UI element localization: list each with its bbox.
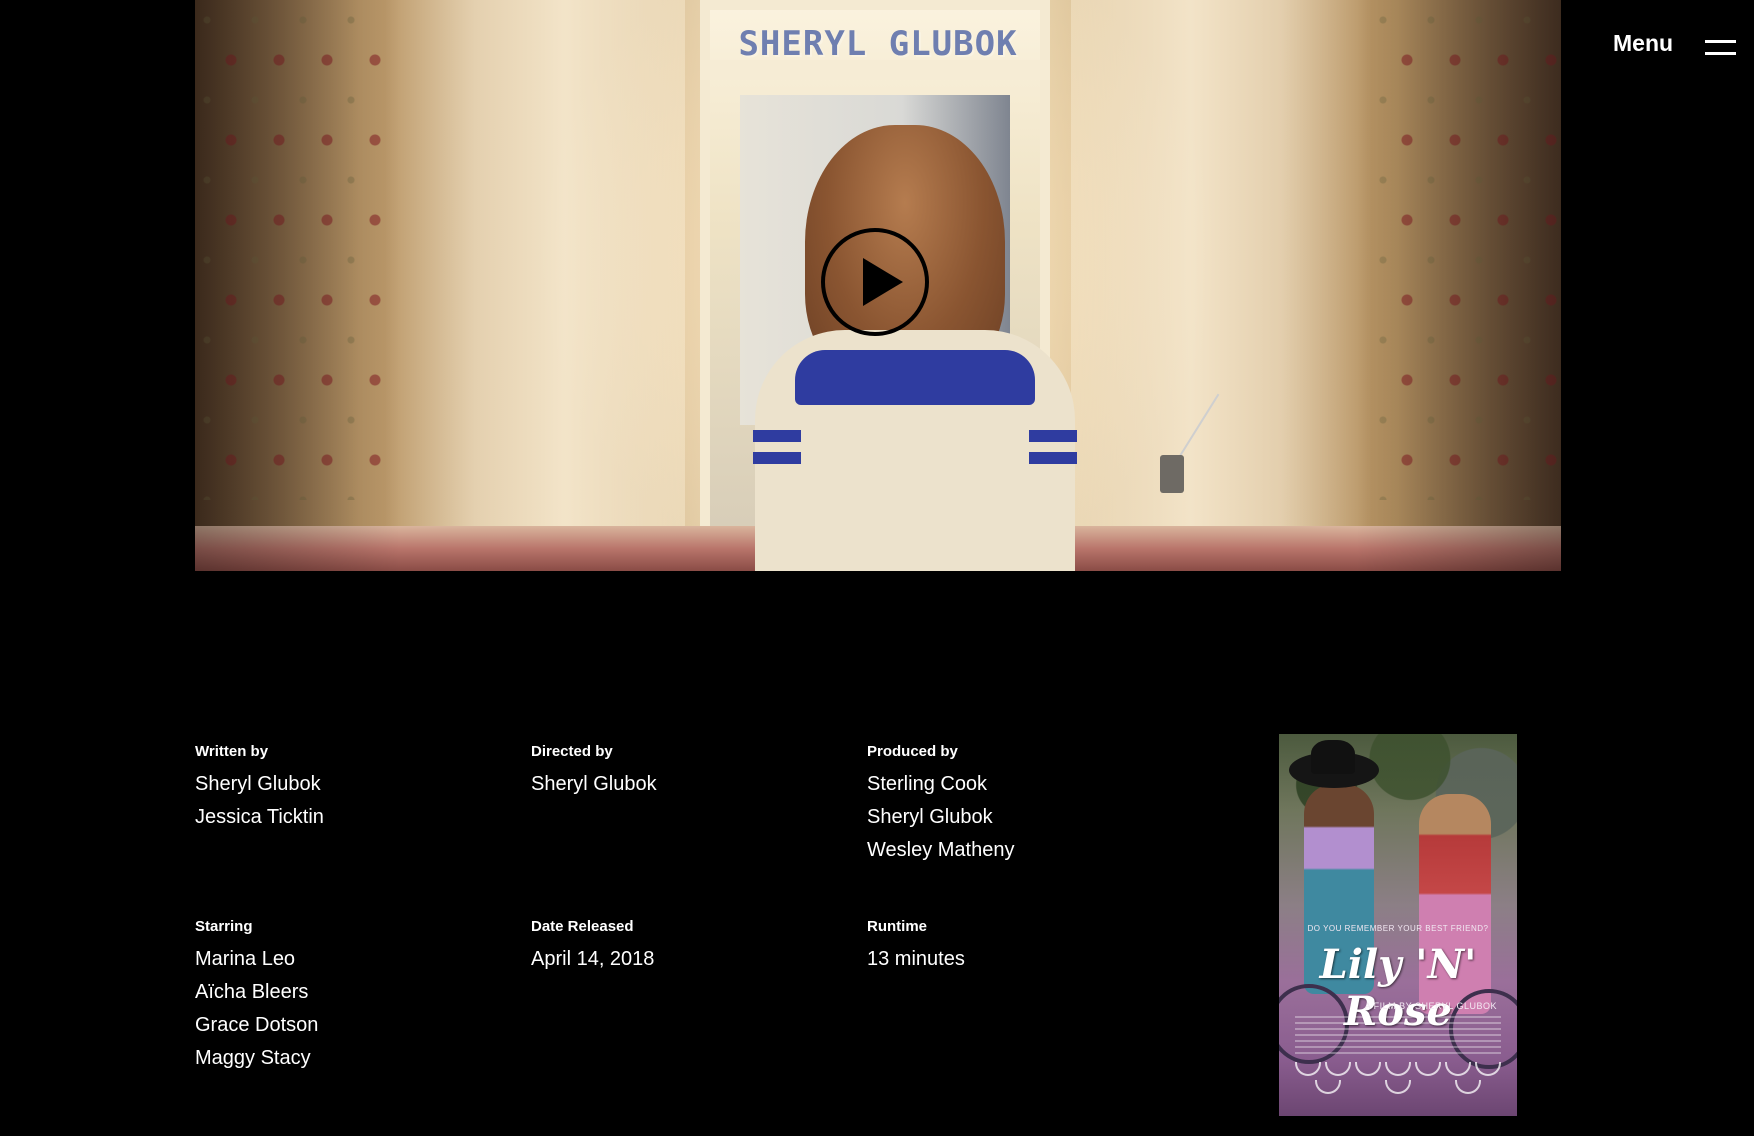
credit-name: Grace Dotson <box>195 1014 319 1036</box>
credit-name: Wesley Matheny <box>867 839 1015 861</box>
credit-value: April 14, 2018 <box>531 948 655 970</box>
credit-value: 13 minutes <box>867 948 965 970</box>
menu-icon-line <box>1705 52 1736 55</box>
credit-starring: Starring Marina Leo Aïcha Bleers Grace D… <box>195 918 495 1075</box>
credit-directed-by: Directed by Sheryl Glubok <box>531 743 831 801</box>
poster-tagline: DO YOU REMEMBER YOUR BEST FRIEND? <box>1307 924 1489 933</box>
credit-produced-by: Produced by Sterling Cook Sheryl Glubok … <box>867 743 1167 867</box>
menu-button[interactable]: Menu <box>1613 30 1673 57</box>
credit-name: Sterling Cook <box>867 773 988 795</box>
credit-name: Marina Leo <box>195 948 296 970</box>
laurel-icon <box>1385 1062 1411 1076</box>
laurel-icon <box>1385 1080 1411 1094</box>
laurel-icon <box>1455 1080 1481 1094</box>
credit-date-released: Date Released April 14, 2018 <box>531 918 831 976</box>
laurel-icon <box>1445 1062 1471 1076</box>
laurel-icon <box>1295 1062 1321 1076</box>
credit-label: Produced by <box>867 743 958 760</box>
brand-logo[interactable]: SHERYL GLUBOK <box>195 24 1561 64</box>
credit-name: Sheryl Glubok <box>195 773 321 795</box>
credit-label: Runtime <box>867 918 927 935</box>
credit-label: Date Released <box>531 918 634 935</box>
laurel-icon <box>1325 1062 1351 1076</box>
laurel-icon <box>1475 1062 1501 1076</box>
laurel-icon <box>1315 1080 1341 1094</box>
play-icon <box>863 258 903 306</box>
credit-name: Sheryl Glubok <box>531 773 657 795</box>
credit-name: Maggy Stacy <box>195 1047 311 1069</box>
credit-name: Sheryl Glubok <box>867 806 993 828</box>
credit-runtime: Runtime 13 minutes <box>867 918 1167 976</box>
credit-written-by: Written by Sheryl Glubok Jessica Ticktin <box>195 743 495 834</box>
hero-video[interactable]: SHERYL GLUBOK <box>195 0 1561 571</box>
poster-festival-laurels <box>1295 1062 1501 1094</box>
hamburger-menu-icon[interactable] <box>1705 38 1736 56</box>
laurel-icon <box>1415 1062 1441 1076</box>
play-button[interactable] <box>821 228 929 336</box>
poster-billing-block <box>1295 1016 1501 1054</box>
credit-label: Directed by <box>531 743 613 760</box>
laurel-icon <box>1355 1062 1381 1076</box>
film-poster[interactable]: DO YOU REMEMBER YOUR BEST FRIEND? Lily '… <box>1279 734 1517 1116</box>
credit-name: Jessica Ticktin <box>195 806 324 828</box>
credit-label: Starring <box>195 918 253 935</box>
credit-name: Aïcha Bleers <box>195 981 309 1003</box>
credit-label: Written by <box>195 743 269 760</box>
poster-hat-crown <box>1311 740 1355 774</box>
menu-icon-line <box>1705 40 1736 43</box>
poster-byline: A FILM BY SHERYL GLUBOK <box>1364 1001 1497 1011</box>
